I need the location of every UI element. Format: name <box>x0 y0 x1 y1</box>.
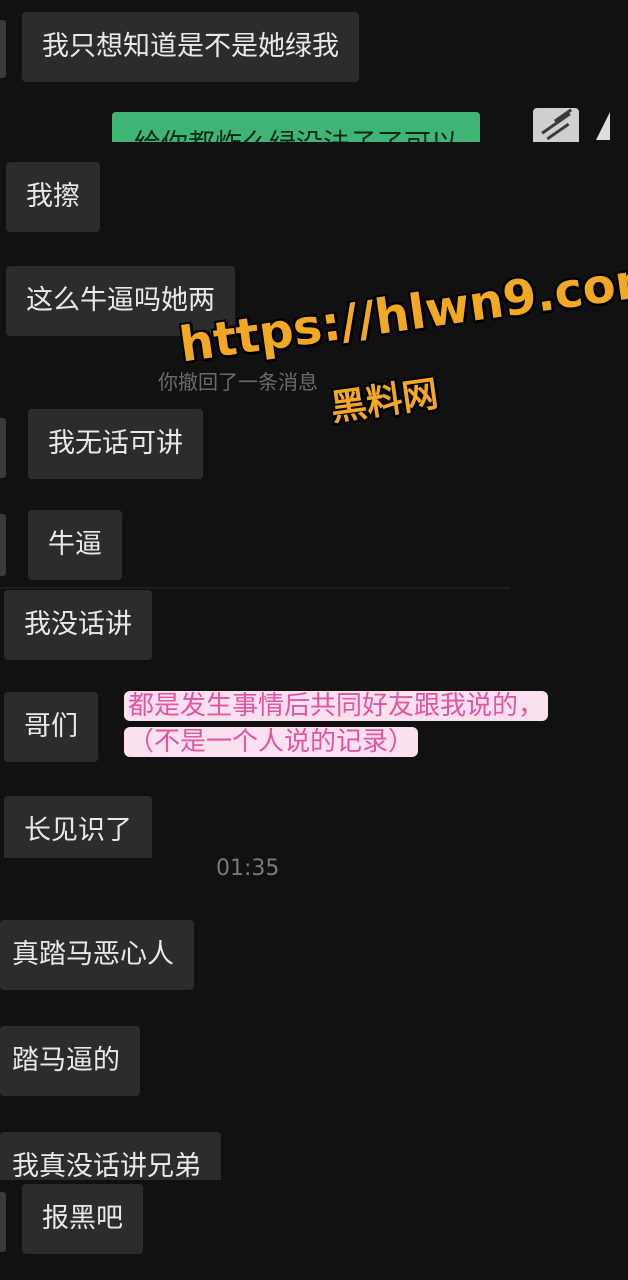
sent-message-clip: 给你都炸么绿没法子了可以 <box>112 112 516 142</box>
annotation-note-text: 都是发生事情后共同好友跟我说的，（不是一个人说的记录） <box>124 691 549 757</box>
message-bubble[interactable]: 我没话讲 <box>4 590 152 660</box>
message-bubble[interactable]: 哥们 <box>4 692 98 762</box>
message-clip: 长见识了 <box>4 796 174 858</box>
message-bubble[interactable]: 报黑吧 <box>22 1184 143 1254</box>
sent-message-bubble[interactable]: 给你都炸么绿没法子了可以 <box>112 112 480 142</box>
message-bubble[interactable]: 我擦 <box>6 162 100 232</box>
message-bubble[interactable]: 踏马逼的 <box>0 1026 140 1096</box>
recall-notice: 你撤回了一条消息 <box>158 370 318 394</box>
message-bubble[interactable]: 我真没话讲兄弟 <box>0 1132 221 1180</box>
annotation-note: 都是发生事情后共同好友跟我说的，（不是一个人说的记录） <box>124 688 574 760</box>
watermark-site: 黑料网 <box>328 373 441 430</box>
avatar-edge <box>596 112 610 140</box>
message-bubble[interactable]: 我无话可讲 <box>28 409 203 479</box>
sender-avatar[interactable] <box>0 514 6 576</box>
user-avatar[interactable] <box>533 108 579 142</box>
sender-avatar[interactable] <box>0 20 6 78</box>
section-divider <box>0 587 510 589</box>
message-clip: 我真没话讲兄弟 <box>0 1132 258 1180</box>
sender-avatar[interactable] <box>0 418 6 478</box>
message-bubble[interactable]: 长见识了 <box>4 796 152 858</box>
watermark-url: https://hlwn9.com <box>176 249 628 374</box>
message-bubble[interactable]: 牛逼 <box>28 510 122 580</box>
timestamp: 01:35 <box>216 856 280 881</box>
message-bubble[interactable]: 我只想知道是不是她绿我 <box>22 12 359 82</box>
message-bubble[interactable]: 真踏马恶心人 <box>0 920 194 990</box>
sender-avatar[interactable] <box>0 1192 6 1252</box>
